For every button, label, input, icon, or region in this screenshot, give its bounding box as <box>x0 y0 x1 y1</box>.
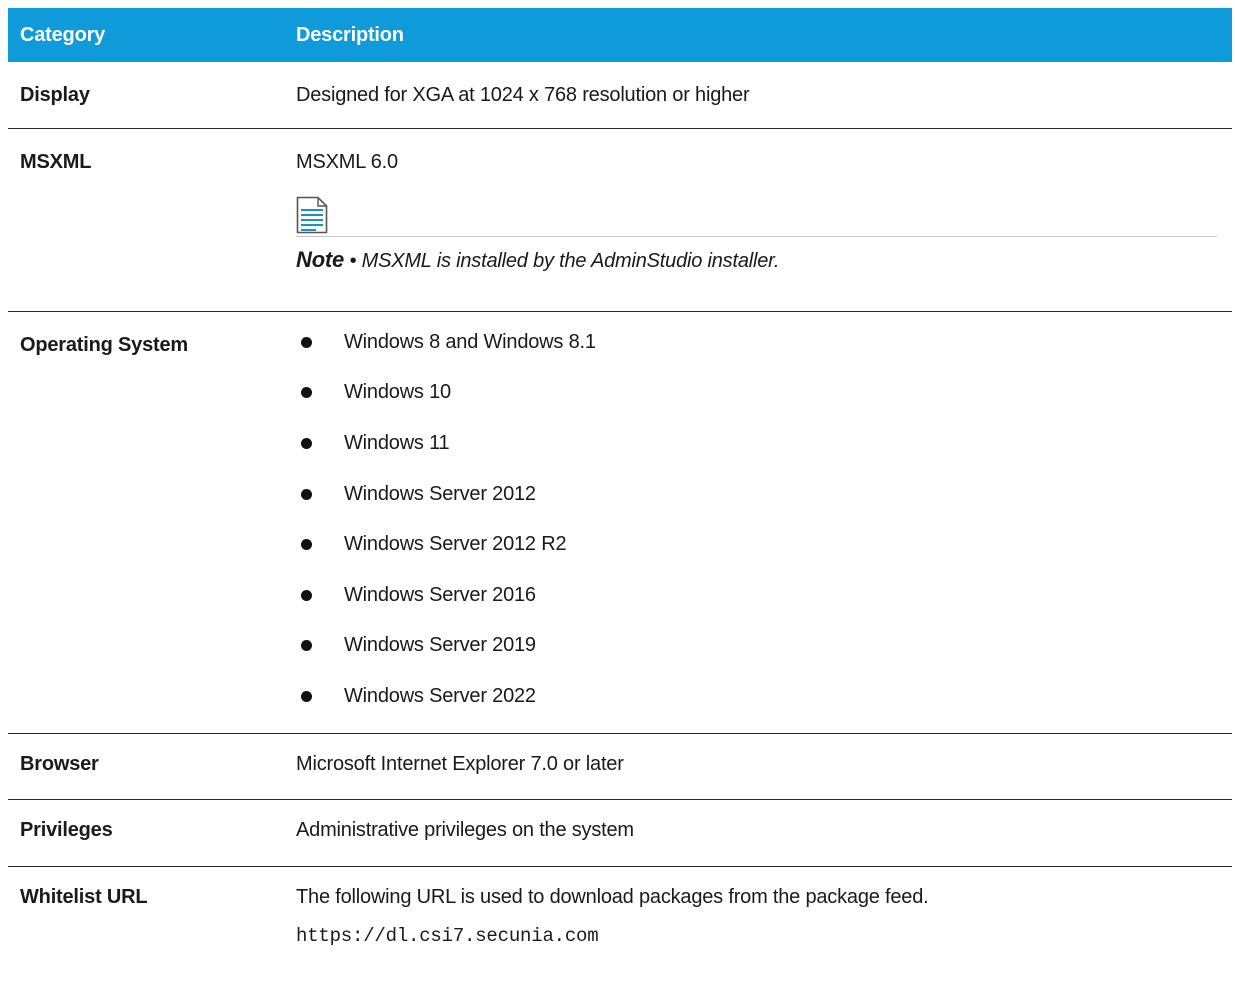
os-item: Windows Server 2012 <box>344 482 536 505</box>
bullet-icon <box>301 336 312 348</box>
bullet-icon <box>301 488 312 500</box>
list-item: Windows Server 2022 <box>296 671 1217 722</box>
category-browser: Browser <box>20 753 99 775</box>
os-item: Windows Server 2012 R2 <box>344 533 567 556</box>
description-msxml: MSXML 6.0 Note • MSXML is installed by t… <box>284 151 1232 311</box>
bullet-icon <box>301 387 312 399</box>
list-item: Windows Server 2016 <box>296 570 1217 621</box>
header-description: Description <box>296 23 404 46</box>
category-whitelist: Whitelist URL <box>20 886 148 908</box>
os-item: Windows Server 2019 <box>344 634 536 657</box>
description-privileges: Administrative privileges on the system <box>296 819 634 841</box>
list-item: Windows 10 <box>296 368 1217 419</box>
note: Note • MSXML is installed by the AdminSt… <box>296 247 1217 273</box>
whitelist-url: https://dl.csi7.secunia.com <box>296 925 599 947</box>
category-os: Operating System <box>20 334 188 356</box>
os-item: Windows 10 <box>344 381 451 404</box>
note-text: MSXML is installed by the AdminStudio in… <box>361 250 780 272</box>
msxml-version: MSXML 6.0 <box>296 151 398 173</box>
table-header: Category Description <box>8 8 1232 62</box>
description-display: Designed for XGA at 1024 x 768 resolutio… <box>296 84 750 106</box>
table-row-whitelist: Whitelist URL The following URL is used … <box>8 867 1232 977</box>
header-category: Category <box>20 23 106 46</box>
requirements-table: Category Description Display Designed fo… <box>8 8 1232 977</box>
table-row-browser: Browser Microsoft Internet Explorer 7.0 … <box>8 734 1232 800</box>
os-item: Windows 11 <box>344 431 450 454</box>
note-label: Note <box>296 247 345 272</box>
bullet-icon <box>301 690 312 702</box>
description-os: Windows 8 and Windows 8.1 Windows 10 Win… <box>284 317 1232 733</box>
os-item: Windows 8 and Windows 8.1 <box>344 330 596 353</box>
bullet-icon <box>301 539 312 551</box>
bullet-icon <box>301 437 312 449</box>
category-msxml: MSXML <box>20 151 92 173</box>
note-separator: • <box>344 250 362 272</box>
table-row-display: Display Designed for XGA at 1024 x 768 r… <box>8 62 1232 129</box>
description-whitelist: The following URL is used to download pa… <box>284 886 1232 977</box>
list-item: Windows 8 and Windows 8.1 <box>296 317 1217 368</box>
bullet-icon <box>301 640 312 652</box>
list-item: Windows Server 2019 <box>296 621 1217 672</box>
os-item: Windows Server 2022 <box>344 684 536 707</box>
list-item: Windows 11 <box>296 418 1217 469</box>
os-list: Windows 8 and Windows 8.1 Windows 10 Win… <box>296 317 1217 722</box>
list-item: Windows Server 2012 <box>296 469 1217 520</box>
table-row-privileges: Privileges Administrative privileges on … <box>8 800 1232 867</box>
category-display: Display <box>20 84 90 106</box>
whitelist-text: The following URL is used to download pa… <box>296 886 929 908</box>
list-item: Windows Server 2012 R2 <box>296 519 1217 570</box>
document-note-icon <box>296 196 328 234</box>
description-browser: Microsoft Internet Explorer 7.0 or later <box>296 753 624 775</box>
table-row-os: Operating System Windows 8 and Windows 8… <box>8 312 1232 734</box>
table-row-msxml: MSXML MSXML 6.0 Note • MSXML is installe… <box>8 129 1232 312</box>
bullet-icon <box>301 589 312 601</box>
os-item: Windows Server 2016 <box>344 583 536 606</box>
category-privileges: Privileges <box>20 819 113 841</box>
note-divider <box>296 236 1217 237</box>
